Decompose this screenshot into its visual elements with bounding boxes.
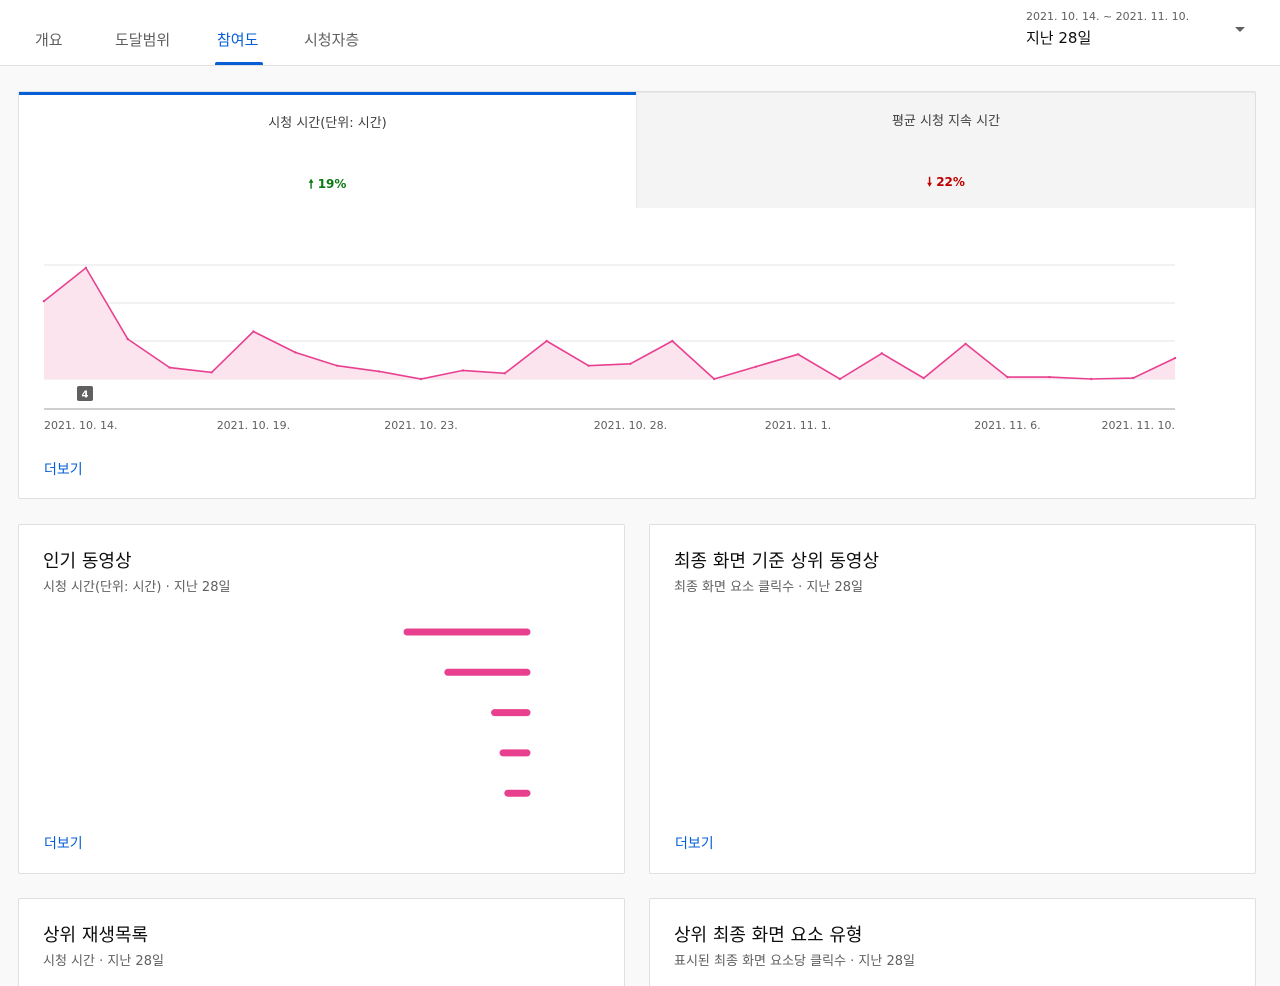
chart-marker-label: 4 xyxy=(82,390,89,401)
chart-point xyxy=(252,330,255,333)
chart-point xyxy=(838,377,842,381)
chart-point xyxy=(126,337,129,341)
tab-overview[interactable]: 개요 xyxy=(35,29,63,50)
chart-point xyxy=(713,377,716,381)
date-range-text[interactable]: 2021. 10. 14. ~ 2021. 11. 10. xyxy=(1026,10,1189,23)
chart-point xyxy=(461,369,465,372)
chart-point xyxy=(629,362,632,365)
chart-series-line xyxy=(43,266,1176,380)
engagement-chart-card: 시청 시간(단위: 시간) 🠕 19% 평균 시청 지속 시간 🠗 22% 4 202… xyxy=(18,91,1256,499)
chart-point xyxy=(1131,376,1135,380)
chart-point xyxy=(922,376,925,380)
popular-videos-bar-chart xyxy=(403,628,531,797)
chart-point xyxy=(377,370,381,373)
card-title: 상위 최종 화면 요소 유형 xyxy=(674,925,863,946)
chart-point xyxy=(1090,377,1093,381)
card-subtitle: 시청 시간 · 지난 28일 xyxy=(43,954,164,969)
chart-x-tick-label: 2021. 10. 19. xyxy=(217,419,290,432)
end-screen-types-card: 상위 최종 화면 요소 유형 표시된 최종 화면 요소당 클릭수 · 지난 28… xyxy=(649,898,1256,986)
chart-point xyxy=(84,266,88,270)
chart-area xyxy=(44,267,1175,379)
chevron-down-icon[interactable] xyxy=(1235,27,1245,32)
chart-point xyxy=(1006,375,1009,379)
chart-point xyxy=(796,353,800,356)
top-bar: 개요 도달범위 참여도 시청자층 2021. 10. 14. ~ 2021. 1… xyxy=(0,0,1280,66)
date-period-label[interactable]: 지난 28일 xyxy=(1026,27,1091,48)
more-link[interactable]: 더보기 xyxy=(675,833,714,853)
more-link[interactable]: 더보기 xyxy=(44,459,83,479)
chart-point xyxy=(587,364,590,367)
chart-point xyxy=(168,366,171,369)
popular-videos-card: 인기 동영상 시청 시간(단위: 시간) · 지난 28일 더보기 xyxy=(18,524,625,874)
chart-point xyxy=(1173,356,1177,360)
chart-point xyxy=(545,339,548,343)
chart-point xyxy=(880,352,883,355)
chart-point xyxy=(964,342,967,346)
chart-x-tick-label: 2021. 11. 1. xyxy=(765,419,831,432)
watch-time-line-chart: 4 2021. 10. 14. 2021. 10. 19. 2021. 10. 23.… xyxy=(42,264,1177,432)
chart-x-tick-label: 2021. 10. 14. xyxy=(44,419,117,432)
chart-x-tick-label: 2021. 11. 10. xyxy=(1102,419,1175,432)
card-title: 상위 재생목록 xyxy=(43,925,149,946)
chart-point xyxy=(42,299,46,303)
chart-point xyxy=(210,371,213,374)
tab-audience[interactable]: 시청자층 xyxy=(304,29,359,50)
chart-point xyxy=(754,365,758,368)
chart-point xyxy=(294,351,297,354)
card-title: 최종 화면 기준 상위 동영상 xyxy=(674,551,880,572)
card-subtitle: 최종 화면 요소 클릭수 · 지난 28일 xyxy=(674,580,863,595)
more-link[interactable]: 더보기 xyxy=(44,833,83,853)
tab-engagement[interactable]: 참여도 xyxy=(217,29,258,50)
chart-point xyxy=(1048,375,1051,379)
top-playlists-card: 상위 재생목록 시청 시간 · 지난 28일 xyxy=(18,898,625,986)
chart-point xyxy=(671,339,674,343)
active-tab-indicator xyxy=(215,62,263,65)
end-screen-videos-card: 최종 화면 기준 상위 동영상 최종 화면 요소 클릭수 · 지난 28일 더보… xyxy=(649,524,1256,874)
chart-point xyxy=(336,364,339,367)
chart-x-tick-label: 2021. 10. 28. xyxy=(594,419,667,432)
chart-x-tick-label: 2021. 11. 6. xyxy=(974,419,1040,432)
chart-point xyxy=(419,377,423,381)
chart-point xyxy=(503,372,506,375)
card-subtitle: 표시된 최종 화면 요소당 클릭수 · 지난 28일 xyxy=(674,954,915,969)
tab-reach[interactable]: 도달범위 xyxy=(115,29,170,50)
chart-x-tick-label: 2021. 10. 23. xyxy=(384,419,457,432)
